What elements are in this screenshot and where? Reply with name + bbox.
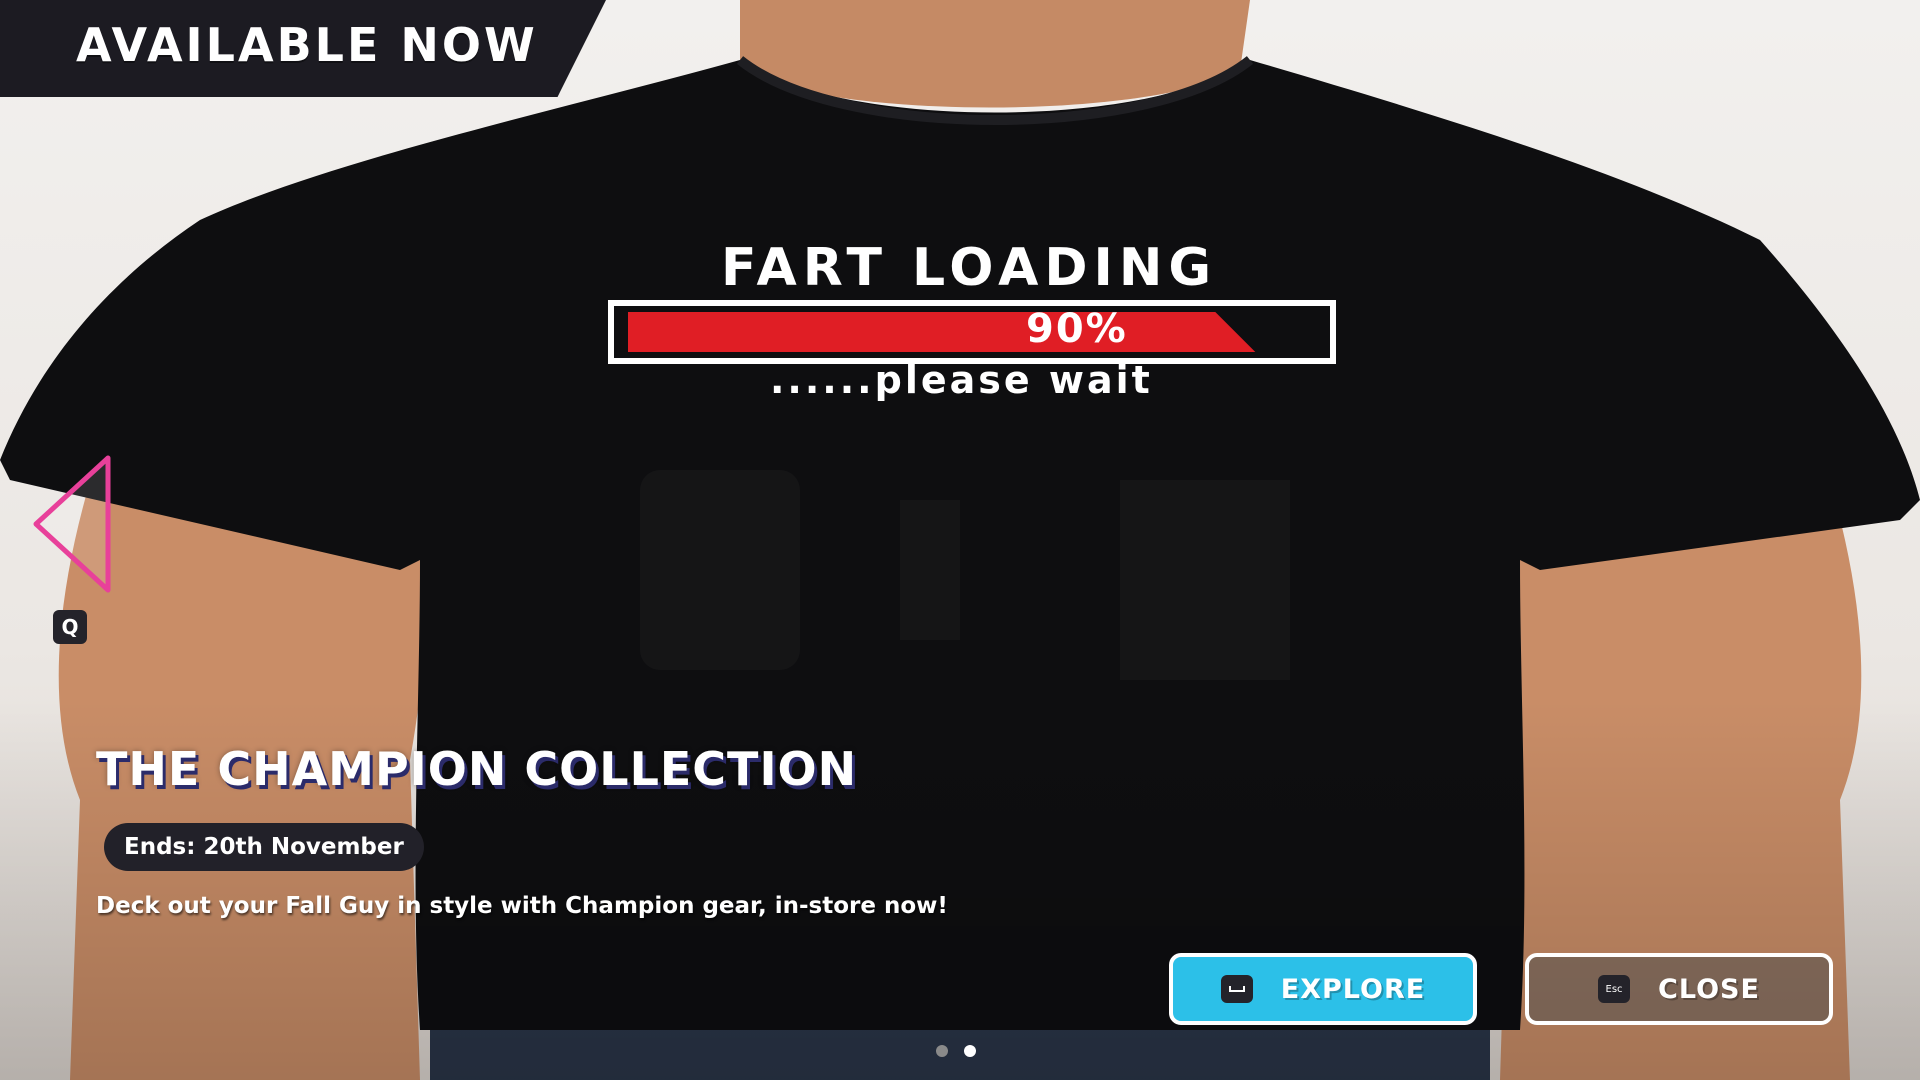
collection-description: Deck out your Fall Guy in style with Cha… bbox=[96, 893, 948, 919]
close-button-label: CLOSE bbox=[1658, 973, 1760, 1005]
collection-title: THE CHAMPION COLLECTION bbox=[96, 742, 858, 796]
spacebar-icon bbox=[1220, 975, 1253, 1003]
explore-button-label: EXPLORE bbox=[1280, 973, 1426, 1005]
esc-key-icon: Esc bbox=[1598, 975, 1631, 1003]
banner-title: AVAILABLE NOW bbox=[76, 18, 538, 72]
print-progress-fill bbox=[628, 312, 1256, 352]
print-subtext: ......please wait bbox=[770, 358, 1153, 402]
print-headline: FART LOADING bbox=[720, 238, 1218, 298]
end-date-badge: Ends: 20th November bbox=[104, 823, 424, 871]
pager-dot-1[interactable] bbox=[936, 1045, 948, 1057]
carousel-pager bbox=[936, 1045, 976, 1057]
print-progress-label: 90% bbox=[1026, 306, 1128, 352]
close-button[interactable]: Esc CLOSE bbox=[1525, 953, 1833, 1025]
q-key-hint: Q bbox=[53, 610, 87, 644]
triangle-left-icon bbox=[33, 455, 111, 593]
pager-dot-2[interactable] bbox=[964, 1045, 976, 1057]
explore-button[interactable]: EXPLORE bbox=[1169, 953, 1477, 1025]
previous-arrow-button[interactable] bbox=[26, 450, 118, 598]
